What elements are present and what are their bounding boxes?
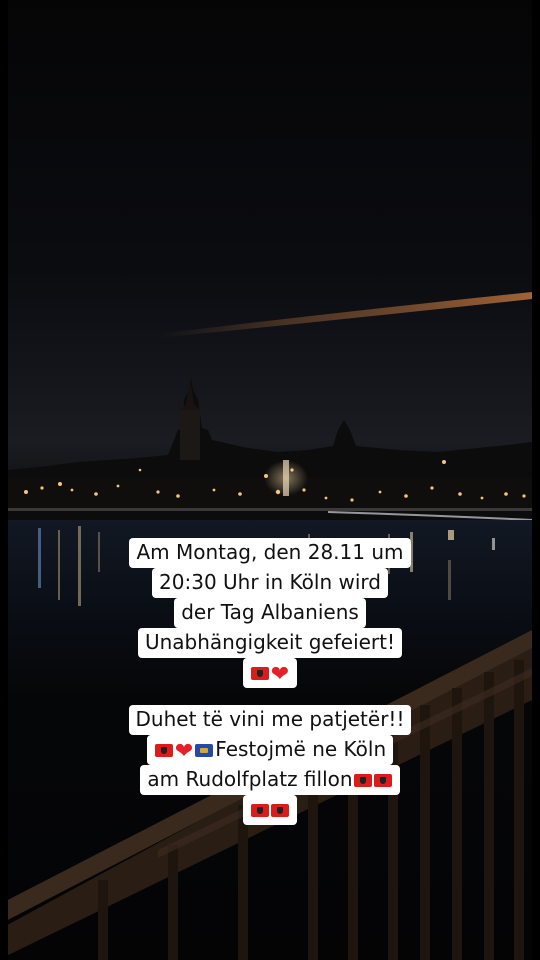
albania-flag-icon	[373, 774, 392, 787]
caption-line: 20:30 Uhr in Köln wird	[152, 568, 388, 598]
caption-text: am Rudolfplatz fillon	[147, 767, 353, 791]
caption-text: Festojmë ne Köln	[215, 737, 387, 761]
albania-flag-icon	[250, 667, 269, 680]
albania-flag-icon	[154, 744, 173, 757]
kosovo-flag-icon	[195, 744, 214, 757]
heart-icon: ❤	[174, 739, 194, 764]
caption-line: Duhet të vini me patjetër!!	[128, 705, 412, 735]
caption-line: am Rudolfplatz fillon	[140, 765, 400, 795]
caption-block-german: Am Montag, den 28.11 um 20:30 Uhr in Köl…	[0, 538, 540, 688]
caption-line: der Tag Albaniens	[174, 598, 366, 628]
heart-icon: ❤	[270, 662, 290, 687]
albania-flag-icon	[353, 774, 372, 787]
caption-emoji-line	[243, 795, 297, 825]
caption-overlay: Am Montag, den 28.11 um 20:30 Uhr in Köl…	[0, 0, 540, 960]
caption-line: Am Montag, den 28.11 um	[129, 538, 411, 568]
albania-flag-icon	[271, 804, 289, 817]
video-frame: Am Montag, den 28.11 um 20:30 Uhr in Köl…	[0, 0, 540, 960]
caption-line: Unabhängigkeit gefeiert!	[137, 628, 403, 658]
albania-flag-icon	[251, 804, 269, 817]
caption-line: ❤ Festojmë ne Köln	[146, 735, 394, 765]
caption-block-albanian: Duhet të vini me patjetër!! ❤ Festojmë n…	[0, 705, 540, 825]
caption-emoji-line: ❤	[242, 658, 298, 688]
